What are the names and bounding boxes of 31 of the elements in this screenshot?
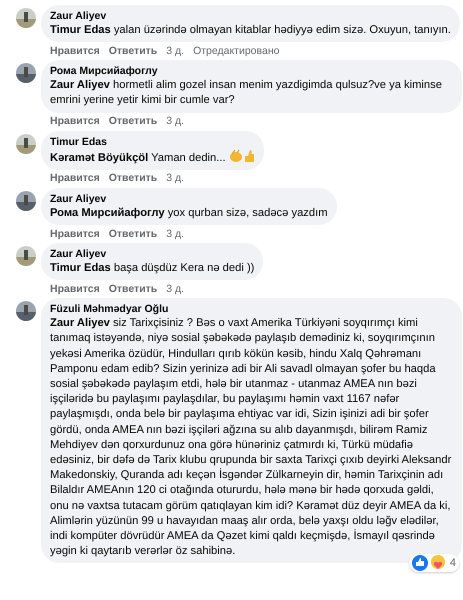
comment-text: Рома Мирсийафоглу yox qurban sizə, sadəcə yazdım <box>50 206 328 219</box>
comment-text: Timur Edas yalan üzərində olmayan kitablar hədiyyə edim sizə. Oxuyun, tanıyın. <box>50 24 451 36</box>
reply-link[interactable]: Ответить <box>108 44 158 57</box>
reply-link[interactable]: Ответить <box>108 228 158 240</box>
like-link[interactable]: Нравится <box>50 172 100 184</box>
comment-author[interactable]: Füzuli Məhmədyar Oğlu <box>50 302 453 316</box>
reply-link[interactable]: Ответить <box>108 282 158 295</box>
like-link[interactable]: Нравится <box>50 44 100 57</box>
reaction-badge[interactable]: 4 <box>408 554 459 572</box>
reply-link[interactable]: Ответить <box>108 115 158 128</box>
comment-time[interactable]: 3 д. <box>166 282 184 295</box>
comment-time[interactable]: 3 д. <box>166 228 184 240</box>
comment-time[interactable]: 3 д. <box>166 115 184 128</box>
like-link[interactable]: Нравится <box>50 282 100 295</box>
thumbs-up-icon <box>242 148 255 163</box>
comment-author[interactable]: Zaur Aliyev <box>50 247 254 262</box>
reply-link[interactable]: Ответить <box>108 172 158 184</box>
comment-author[interactable]: Zaur Aliyev <box>50 9 451 23</box>
comment-time[interactable]: 3 д. <box>166 44 184 57</box>
like-link[interactable]: Нравится <box>50 115 100 128</box>
comment-text: Kəramət Böyükçöl Yaman dedin... <box>50 152 226 164</box>
comment-text: Zaur Aliyev hormetli alim gozel insan menim yazdigimda qulsuz?ve ya kiminse emrini yerine yetir kimi bir cumle var? <box>50 79 442 106</box>
comment-author[interactable]: Рома Мирсийафоглу <box>50 64 453 78</box>
reaction-count: 4 <box>450 557 456 570</box>
comment-time[interactable]: 3 д. <box>166 172 184 184</box>
comment-author[interactable]: Zaur Aliyev <box>50 192 328 206</box>
edited-label: Отредактировано <box>193 44 280 57</box>
like-link[interactable]: Нравится <box>50 228 100 240</box>
comment-author[interactable]: Timur Edas <box>50 134 255 149</box>
comment-text: Timur Edas başa düşdüz Kera nə dedi )) <box>50 262 254 274</box>
like-icon <box>412 555 428 572</box>
